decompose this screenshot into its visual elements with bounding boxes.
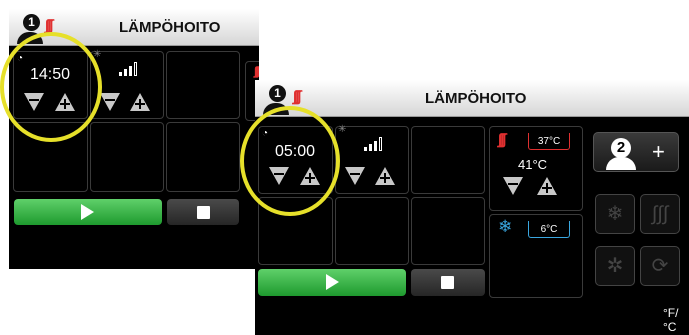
play-button[interactable] <box>258 269 406 296</box>
intensity-cell: ✳ <box>335 124 409 194</box>
empty-cell <box>166 122 240 192</box>
heat-increase-button[interactable] <box>536 175 558 197</box>
intensity-bars-icon <box>364 137 384 151</box>
empty-cell <box>90 122 164 192</box>
cool-panel: ❄ 6°C <box>489 214 583 298</box>
intensity-increase-button[interactable] <box>374 165 396 187</box>
stop-icon <box>197 206 210 219</box>
patient-number-badge: 1 <box>269 85 286 102</box>
intensity-bars-icon <box>119 62 139 76</box>
heat-panel: ∫∫∫ 37°C 41°C <box>489 126 583 211</box>
heat-icon: ∫∫∫ <box>254 64 259 78</box>
patient-number-badge: 1 <box>23 14 40 31</box>
sun-icon: ✳ <box>338 124 347 135</box>
empty-cell <box>335 197 409 265</box>
play-icon <box>81 204 94 220</box>
patient-number-badge: 2 <box>611 138 631 158</box>
cycle-icon: ⟳ <box>651 255 669 277</box>
cool-target-box: 6°C <box>528 221 570 238</box>
empty-cell <box>411 126 485 194</box>
empty-cell <box>411 197 485 265</box>
page-title: LÄMPÖHOITO <box>425 90 527 107</box>
patient-icon <box>606 157 636 170</box>
page-title: LÄMPÖHOITO <box>119 19 221 36</box>
heat-icon: ∫∫∫ <box>651 203 669 225</box>
heat-icon: ∫∫∫ <box>293 88 301 105</box>
heat-target-temp: 37°C <box>537 136 561 147</box>
heat-icon: ∫∫∫ <box>498 131 506 148</box>
highlight-circle <box>240 106 340 216</box>
stop-button[interactable] <box>411 269 485 296</box>
empty-cell <box>166 51 240 119</box>
snowflake-icon: ❄ <box>606 203 624 225</box>
cycle-mode-button[interactable]: ⟳ <box>640 246 680 286</box>
contrast-mode-button[interactable]: ✲ <box>595 246 635 286</box>
intensity-decrease-button[interactable] <box>344 165 366 187</box>
heat-decrease-button[interactable] <box>502 175 524 197</box>
unit-toggle-button[interactable]: °F/°C <box>663 306 689 334</box>
cool-target-temp: 6°C <box>540 224 558 235</box>
cold-mode-button[interactable]: ❄ <box>595 194 635 234</box>
stop-button[interactable] <box>167 199 239 225</box>
contrast-icon: ✲ <box>606 255 624 277</box>
plus-icon: + <box>652 139 665 164</box>
add-patient-button[interactable]: 2 + <box>593 132 679 172</box>
intensity-increase-button[interactable] <box>129 91 151 113</box>
heat-target-box: 37°C <box>528 133 570 150</box>
play-icon <box>326 274 339 290</box>
highlight-circle <box>0 32 102 142</box>
snowflake-icon: ❄ <box>498 217 513 236</box>
intensity-decrease-button[interactable] <box>99 91 121 113</box>
stop-icon <box>441 276 454 289</box>
header-bar: 1 ∫∫∫ LÄMPÖHOITO <box>255 80 689 117</box>
heat-current-temp: 41°C <box>518 157 548 172</box>
play-button[interactable] <box>14 199 162 225</box>
heat-mode-button[interactable]: ∫∫∫ <box>640 194 680 234</box>
